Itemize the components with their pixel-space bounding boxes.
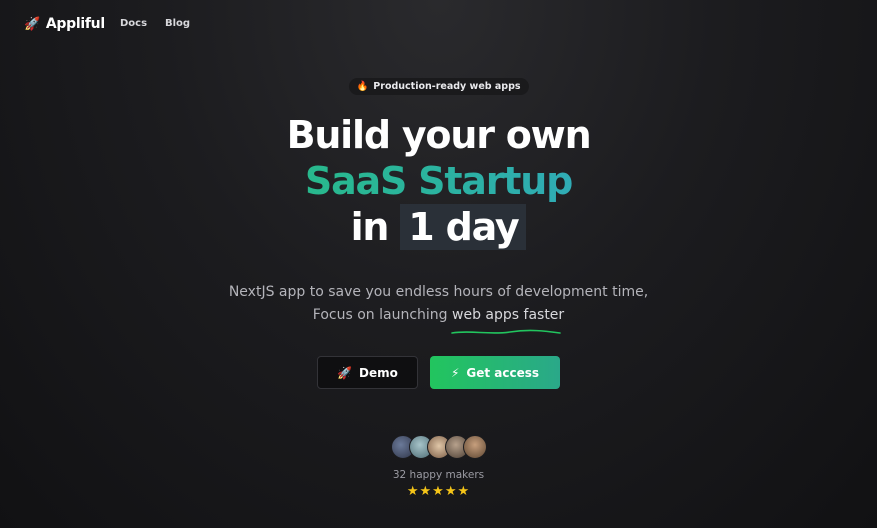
headline-line-3: in 1 day bbox=[0, 204, 877, 250]
squiggle-underline-icon bbox=[451, 329, 561, 334]
subtitle-underlined-text: web apps faster bbox=[452, 307, 565, 323]
demo-button[interactable]: 🚀 Demo bbox=[317, 356, 418, 389]
headline-line-1: Build your own bbox=[286, 113, 592, 157]
production-badge: 🔥 Production-ready web apps bbox=[348, 78, 529, 95]
hero-headline: Build your own SaaS Startup in 1 day bbox=[0, 112, 877, 250]
subtitle-underlined: web apps faster bbox=[451, 307, 565, 334]
headline-line-3-prefix: in bbox=[350, 205, 390, 249]
rocket-icon: 🚀 bbox=[24, 16, 40, 32]
avatar bbox=[463, 435, 487, 459]
rocket-icon: 🚀 bbox=[337, 365, 353, 380]
subtitle-line-2-prefix: Focus on launching bbox=[312, 307, 448, 323]
fire-icon: 🔥 bbox=[356, 81, 369, 92]
nav-link-docs[interactable]: Docs bbox=[120, 18, 147, 29]
demo-button-label: Demo bbox=[359, 365, 398, 380]
subtitle-line-2: Focus on launching web apps faster bbox=[0, 304, 877, 334]
star-rating-icon: ★★★★★ bbox=[406, 484, 471, 499]
hero-subtitle: NextJS app to save you endless hours of … bbox=[0, 281, 877, 334]
headline-highlight: 1 day bbox=[400, 204, 527, 250]
nav-link-blog[interactable]: Blog bbox=[165, 18, 190, 29]
happy-makers-count: 32 happy makers bbox=[392, 469, 485, 481]
brand-logo[interactable]: 🚀 Appliful bbox=[24, 16, 105, 32]
maker-avatars bbox=[391, 435, 487, 459]
headline-line-2: SaaS Startup bbox=[0, 158, 877, 204]
badge-text: Production-ready web apps bbox=[373, 81, 521, 92]
brand-name: Appliful bbox=[45, 16, 105, 32]
get-access-button-label: Get access bbox=[466, 365, 540, 380]
lightning-icon: ⚡ bbox=[450, 365, 460, 380]
subtitle-line-1: NextJS app to save you endless hours of … bbox=[228, 284, 649, 300]
top-nav: 🚀 Appliful Docs Blog bbox=[0, 0, 877, 50]
get-access-button[interactable]: ⚡ Get access bbox=[430, 356, 560, 389]
